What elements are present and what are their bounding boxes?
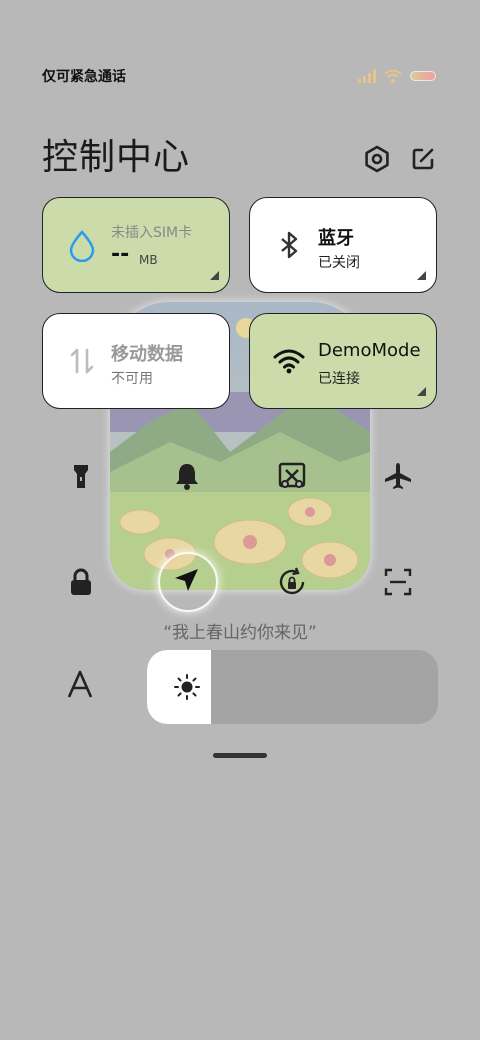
expand-corner-icon bbox=[210, 271, 219, 280]
edit-button[interactable] bbox=[408, 144, 438, 174]
scan-toggle[interactable] bbox=[378, 562, 418, 602]
flashlight-toggle[interactable] bbox=[61, 456, 101, 496]
sim-status-label: 未插入SIM卡 bbox=[111, 225, 193, 241]
brightness-slider[interactable] bbox=[147, 650, 438, 724]
ringer-toggle[interactable] bbox=[167, 456, 207, 496]
wifi-tile[interactable]: DemoMode 已连接 bbox=[249, 313, 437, 409]
bluetooth-tile[interactable]: 蓝牙 已关闭 bbox=[249, 197, 437, 293]
bluetooth-icon bbox=[281, 231, 298, 259]
home-indicator[interactable] bbox=[213, 753, 267, 758]
wifi-status-icon bbox=[384, 69, 402, 83]
emergency-calls-only-status: 仅可紧急通话 bbox=[42, 69, 126, 85]
wifi-status: 已连接 bbox=[318, 371, 360, 387]
page-title: 控制中心 bbox=[42, 137, 191, 178]
font-size-button[interactable] bbox=[64, 668, 96, 708]
mobile-data-arrows-icon bbox=[70, 348, 94, 374]
lock-icon bbox=[71, 568, 91, 595]
wifi-network-name: DemoMode bbox=[318, 340, 421, 361]
screenshot-scissors-icon bbox=[278, 462, 306, 488]
settings-button[interactable] bbox=[362, 144, 392, 174]
battery-icon bbox=[410, 71, 436, 81]
mobile-data-title: 移动数据 bbox=[111, 344, 183, 365]
signal-icon bbox=[358, 69, 376, 83]
bluetooth-status: 已关闭 bbox=[318, 255, 360, 271]
expand-corner-icon bbox=[417, 387, 426, 396]
mobile-data-tile[interactable]: 移动数据 不可用 bbox=[42, 313, 230, 409]
expand-corner-icon bbox=[417, 271, 426, 280]
data-usage-unit: MB bbox=[139, 253, 158, 267]
rotation-lock-icon bbox=[279, 567, 305, 595]
flashlight-icon bbox=[74, 465, 88, 488]
font-a-icon bbox=[67, 670, 93, 698]
data-usage-value: -- bbox=[111, 242, 130, 267]
mobile-data-status: 不可用 bbox=[111, 371, 153, 387]
rotation-lock-toggle[interactable] bbox=[272, 562, 312, 602]
wallpaper-quote: “我上春山约你来见” bbox=[163, 623, 317, 643]
sun-icon bbox=[174, 674, 200, 700]
wifi-icon bbox=[273, 349, 305, 374]
bluetooth-title: 蓝牙 bbox=[318, 228, 354, 249]
location-toggle[interactable] bbox=[166, 560, 206, 600]
gear-icon bbox=[365, 145, 389, 173]
status-icons bbox=[358, 69, 436, 83]
screenshot-toggle[interactable] bbox=[272, 456, 312, 496]
lock-screen-toggle[interactable] bbox=[61, 562, 101, 602]
water-drop-icon bbox=[69, 230, 95, 262]
airplane-icon bbox=[385, 463, 411, 489]
bell-icon bbox=[176, 464, 198, 490]
edit-icon bbox=[412, 148, 434, 170]
data-usage-tile[interactable]: 未插入SIM卡 -- MB bbox=[42, 197, 230, 293]
scan-icon bbox=[384, 568, 412, 596]
airplane-mode-toggle[interactable] bbox=[378, 456, 418, 496]
location-arrow-icon bbox=[175, 569, 198, 591]
